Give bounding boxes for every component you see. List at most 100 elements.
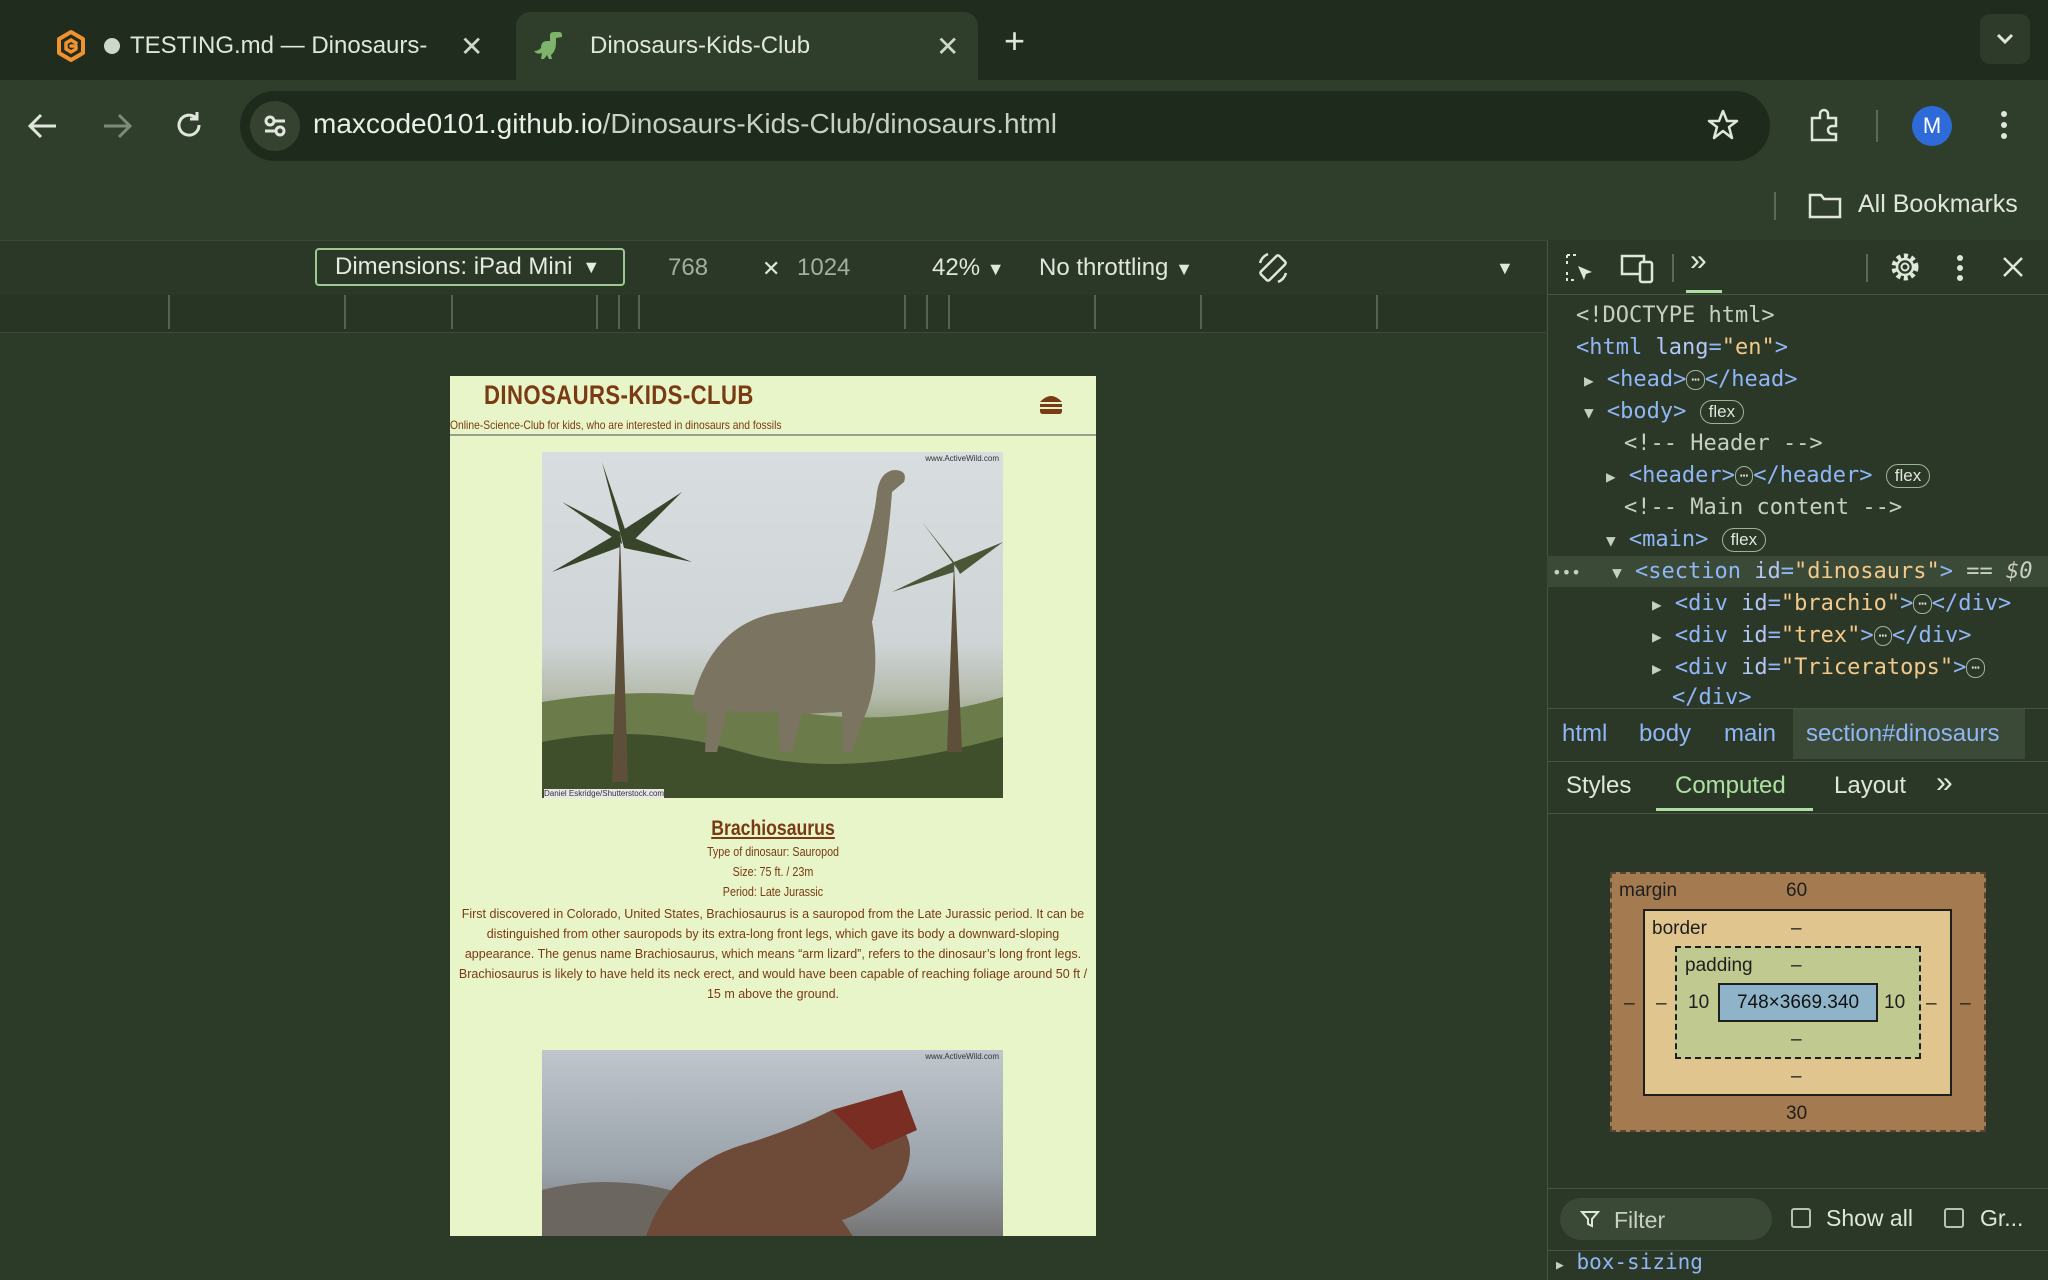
node-actions-icon[interactable]: ••• (1552, 563, 1581, 582)
dom-comment-header[interactable]: <!-- Header --> (1624, 431, 1823, 456)
settings-gear-icon[interactable] (1888, 250, 1922, 284)
expand-triangle-icon[interactable]: ▶ (1652, 627, 1662, 646)
margin-bottom-value[interactable]: 30 (1786, 1103, 1807, 1125)
margin-left-value[interactable]: – (1624, 993, 1635, 1015)
margin-top-value[interactable]: 60 (1786, 880, 1807, 902)
show-all-checkbox[interactable] (1791, 1208, 1811, 1228)
media-query-ruler[interactable] (0, 295, 1546, 333)
device-toolbar-more-icon[interactable]: ▼ (1496, 258, 1514, 279)
computed-property-row[interactable]: ▶ box-sizing (1556, 1250, 1703, 1274)
dom-node-div-brachio[interactable]: ▶ <div id="brachio"> ⋯ </div> (1652, 591, 2011, 616)
dom-node-section[interactable]: ••• ▼ <section id="dinosaurs"> == $0 (1552, 559, 2032, 584)
active-panel-underline (1686, 290, 1722, 293)
border-left-value[interactable]: – (1656, 993, 1667, 1015)
border-label: border (1652, 918, 1707, 939)
margin-right-value[interactable]: – (1960, 993, 1971, 1015)
expand-triangle-icon[interactable]: ▶ (1652, 659, 1662, 678)
more-tabs-icon[interactable]: » (1936, 766, 1953, 800)
bookmark-star-icon[interactable] (1706, 108, 1740, 142)
ellipsis-badge[interactable]: ⋯ (1966, 658, 1985, 678)
tag-text: </head> (1704, 367, 1798, 392)
tab-close-icon[interactable]: ✕ (460, 30, 483, 63)
attr-name: id (1741, 655, 1768, 680)
dom-node-header[interactable]: ▶ <header> ⋯ </header> flex (1606, 463, 1931, 488)
property-name: box-sizing (1576, 1250, 1703, 1274)
site-info-button[interactable] (250, 101, 300, 151)
back-icon[interactable] (26, 112, 60, 140)
collapse-triangle-icon[interactable]: ▼ (1606, 531, 1616, 550)
padding-left-value[interactable]: 10 (1688, 992, 1709, 1014)
tab-layout[interactable]: Layout (1834, 772, 1906, 800)
breadcrumb-body[interactable]: body (1639, 720, 1691, 748)
collapse-triangle-icon[interactable]: ▼ (1612, 563, 1622, 582)
filter-input[interactable]: Filter (1560, 1198, 1772, 1240)
tag-text: <div (1674, 623, 1728, 648)
flex-badge[interactable]: flex (1885, 464, 1931, 488)
border-bottom-value[interactable]: – (1791, 1066, 1802, 1088)
expand-triangle-icon[interactable]: ▶ (1584, 371, 1594, 390)
brachiosaurus-image: www.ActiveWild.com Daniel Eskridge/Shutt… (542, 452, 1003, 798)
reload-icon[interactable] (172, 108, 206, 142)
tab-computed[interactable]: Computed (1675, 772, 1786, 800)
flex-badge[interactable]: flex (1721, 528, 1767, 552)
toolbar-divider (1866, 254, 1868, 282)
group-checkbox[interactable] (1944, 1208, 1964, 1228)
inspect-element-icon[interactable] (1564, 252, 1596, 284)
tab-styles[interactable]: Styles (1566, 772, 1631, 800)
flex-badge[interactable]: flex (1699, 400, 1745, 424)
devtools-menu-icon[interactable] (1948, 252, 1972, 284)
breadcrumb-html[interactable]: html (1562, 720, 1607, 748)
zoom-select[interactable]: 42% ▼ (932, 254, 1005, 282)
padding-right-value[interactable]: 10 (1884, 992, 1905, 1014)
dom-node-head[interactable]: ▶ <head> ⋯ </head> (1584, 367, 1798, 392)
padding-top-value[interactable]: – (1791, 955, 1802, 977)
dom-node-main[interactable]: ▼ <main> flex (1606, 527, 1767, 552)
expand-triangle-icon[interactable]: ▶ (1652, 595, 1662, 614)
dom-node-doctype[interactable]: <!DOCTYPE html> (1576, 303, 1775, 328)
site-title[interactable]: DINOSAURS-KIDS-CLUB (484, 380, 754, 411)
forward-icon[interactable] (100, 112, 134, 140)
width-input[interactable]: 768 (668, 254, 708, 282)
dom-comment-main[interactable]: <!-- Main content --> (1624, 495, 1902, 520)
breadcrumb-section[interactable]: section#dinosaurs (1806, 720, 1999, 748)
tab-dinosaurs-kids-club[interactable]: Dinosaurs-Kids-Club ✕ (516, 12, 978, 80)
tab-search-button[interactable] (1980, 14, 2030, 64)
dimensions-select[interactable]: Dimensions: iPad Mini ▼ (315, 248, 625, 286)
device-toggle-icon[interactable] (1620, 252, 1654, 284)
breadcrumb-main[interactable]: main (1724, 720, 1776, 748)
border-right-value[interactable]: – (1926, 993, 1937, 1015)
comment-text: <!-- Main content --> (1624, 495, 1903, 520)
ellipsis-badge[interactable]: ⋯ (1734, 466, 1754, 486)
collapse-triangle-icon[interactable]: ▼ (1584, 403, 1594, 422)
dom-node-div-trex[interactable]: ▶ <div id="trex"> ⋯ </div> (1652, 623, 1972, 648)
extensions-icon[interactable] (1806, 106, 1844, 144)
expand-triangle-icon[interactable]: ▶ (1556, 1258, 1564, 1273)
border-top-value[interactable]: – (1791, 918, 1802, 940)
tab-testing-md[interactable]: TESTING.md — Dinosaurs- ✕ (30, 12, 500, 80)
url-text[interactable]: maxcode0101.github.io/Dinosaurs-Kids-Clu… (313, 108, 1057, 140)
dom-node-div-triceratops[interactable]: ▶ <div id="Triceratops"> ⋯ (1652, 655, 1985, 680)
rotate-icon[interactable] (1254, 249, 1292, 287)
box-model-content[interactable]: 748×3669.340 (1718, 983, 1878, 1022)
more-panels-icon[interactable]: » (1690, 244, 1707, 278)
dom-node-html[interactable]: <html lang="en"> (1576, 335, 1788, 360)
hamburger-menu-icon[interactable] (1038, 392, 1064, 423)
ellipsis-badge[interactable]: ⋯ (1873, 626, 1893, 646)
attr-value: "trex" (1780, 623, 1861, 648)
padding-bottom-value[interactable]: – (1791, 1029, 1802, 1051)
all-bookmarks-button[interactable]: All Bookmarks (1808, 190, 2018, 219)
tag-text: <header> (1628, 463, 1735, 488)
dinosaur-type: Type of dinosaur: Sauropod (706, 845, 840, 859)
height-input[interactable]: 1024 (797, 254, 850, 282)
tab-close-icon[interactable]: ✕ (936, 30, 959, 63)
ellipsis-badge[interactable]: ⋯ (1686, 370, 1705, 390)
close-devtools-icon[interactable] (2000, 254, 2026, 280)
ellipsis-badge[interactable]: ⋯ (1913, 594, 1932, 614)
menu-kebab-icon[interactable] (1992, 108, 2016, 142)
avatar[interactable]: M (1912, 106, 1952, 146)
dom-node-div-close[interactable]: </div> (1672, 685, 1751, 710)
dom-node-body[interactable]: ▼ <body> flex (1584, 399, 1745, 424)
new-tab-button[interactable]: + (1004, 20, 1025, 62)
throttling-select[interactable]: No throttling ▼ (1039, 254, 1193, 282)
expand-triangle-icon[interactable]: ▶ (1606, 467, 1616, 486)
